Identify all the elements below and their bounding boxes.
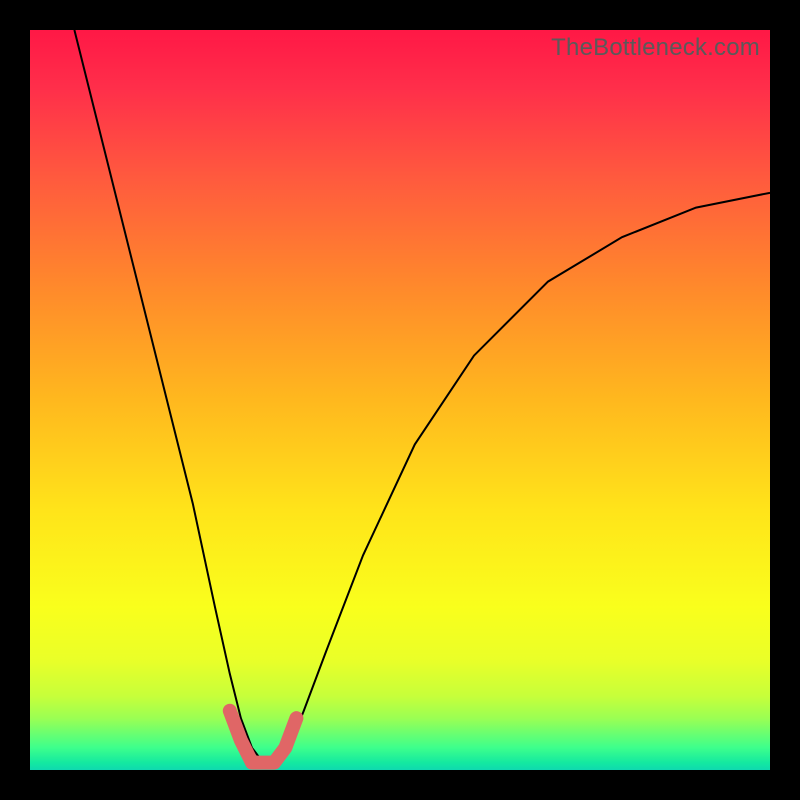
plot-area: TheBottleneck.com	[30, 30, 770, 770]
chart-frame: TheBottleneck.com	[0, 0, 800, 800]
curve-layer	[30, 30, 770, 770]
highlight-band	[230, 711, 297, 763]
bottleneck-curve	[74, 30, 770, 763]
